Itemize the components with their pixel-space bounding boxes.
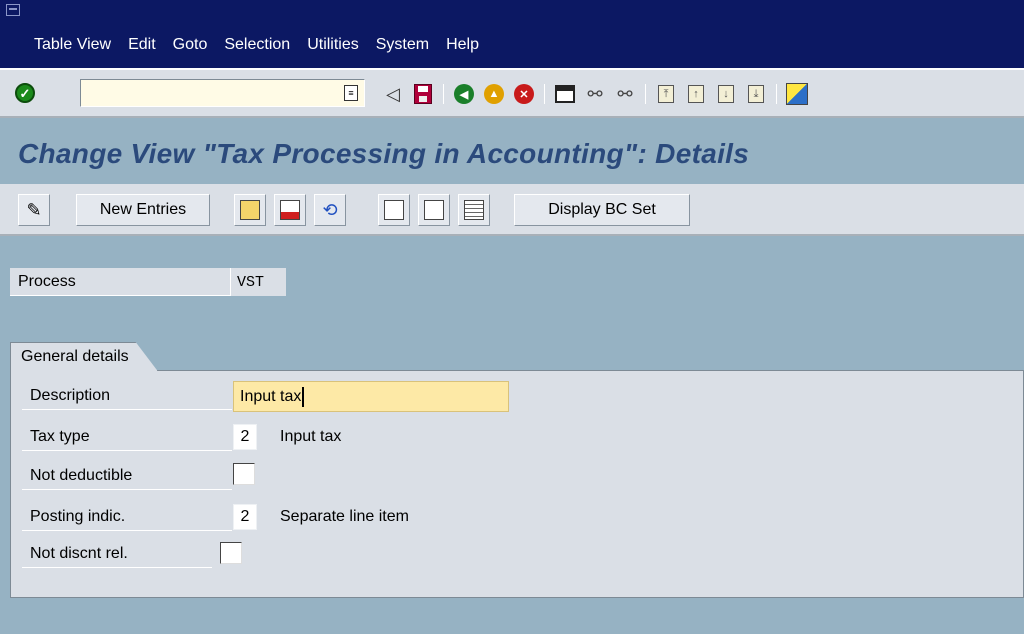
command-input[interactable] bbox=[81, 80, 341, 106]
print-icon bbox=[555, 85, 575, 103]
not-deductible-checkbox[interactable] bbox=[233, 463, 255, 485]
display-bc-set-button[interactable]: Display BC Set bbox=[514, 194, 690, 226]
save-icon bbox=[414, 84, 432, 104]
copy-icon bbox=[240, 200, 260, 220]
copy-as-button[interactable] bbox=[234, 194, 266, 226]
not-deductible-label: Not deductible bbox=[22, 462, 232, 490]
posting-indic-label: Posting indic. bbox=[22, 503, 232, 531]
standard-toolbar: ✓ ≡ ◁ ◀ ▲ ✕ ⚯ ⚯ ⤒ ↑ ↓ ⤓ bbox=[0, 68, 1024, 118]
display-change-button[interactable]: ✎ bbox=[18, 194, 50, 226]
not-discnt-rel-label: Not discnt rel. bbox=[22, 540, 212, 568]
find-icon[interactable]: ⚯ bbox=[580, 79, 610, 109]
text-cursor bbox=[302, 386, 305, 407]
description-field[interactable]: Input tax bbox=[233, 381, 509, 412]
previous-entry-icon bbox=[384, 200, 404, 220]
customize-layout-icon bbox=[786, 83, 808, 105]
menu-item-goto[interactable]: Goto bbox=[173, 36, 208, 54]
process-value: VST bbox=[230, 268, 286, 296]
tax-type-code: 2 bbox=[233, 424, 257, 450]
menu-item-selection[interactable]: Selection bbox=[224, 36, 290, 54]
menu-item-help[interactable]: Help bbox=[446, 36, 479, 54]
process-label: Process bbox=[10, 268, 230, 296]
toolbar-separator bbox=[645, 84, 646, 104]
command-history-icon[interactable]: ≡ bbox=[344, 85, 358, 101]
select-all-button[interactable] bbox=[458, 194, 490, 226]
posting-indic-code: 2 bbox=[233, 504, 257, 530]
back-arrow-icon[interactable]: ◁ bbox=[378, 79, 408, 109]
select-all-icon bbox=[464, 200, 484, 220]
new-entries-button[interactable]: New Entries bbox=[76, 194, 210, 226]
next-entry-icon bbox=[424, 200, 444, 220]
toolbar-icons: ◁ ◀ ▲ ✕ ⚯ ⚯ ⤒ ↑ ↓ ⤓ bbox=[378, 79, 812, 109]
delete-icon bbox=[280, 200, 300, 220]
exit-icon: ▲ bbox=[484, 84, 504, 104]
cancel-icon: ✕ bbox=[514, 84, 534, 104]
toolbar-separator bbox=[443, 84, 444, 104]
previous-page-icon: ↑ bbox=[688, 85, 704, 103]
cancel-button[interactable]: ✕ bbox=[509, 79, 539, 109]
next-page-button[interactable]: ↓ bbox=[711, 79, 741, 109]
menu-bar: Table View Edit Goto Selection Utilities… bbox=[0, 0, 1024, 68]
system-menu-icon[interactable] bbox=[6, 4, 20, 16]
print-button[interactable] bbox=[550, 79, 580, 109]
save-button[interactable] bbox=[408, 79, 438, 109]
command-field[interactable]: ≡ bbox=[80, 79, 365, 107]
back-button[interactable]: ◀ bbox=[449, 79, 479, 109]
next-entry-button[interactable] bbox=[418, 194, 450, 226]
undo-icon: ⟲ bbox=[322, 199, 338, 220]
enter-icon: ✓ bbox=[15, 83, 35, 103]
menu-item-utilities[interactable]: Utilities bbox=[307, 36, 359, 54]
posting-indic-text: Separate line item bbox=[280, 508, 409, 525]
delete-button[interactable] bbox=[274, 194, 306, 226]
description-label: Description bbox=[22, 382, 232, 410]
last-page-button[interactable]: ⤓ bbox=[741, 79, 771, 109]
tax-type-label: Tax type bbox=[22, 423, 232, 451]
toolbar-separator bbox=[544, 84, 545, 104]
previous-page-button[interactable]: ↑ bbox=[681, 79, 711, 109]
application-toolbar: ✎ New Entries ⟲ Display BC Set bbox=[0, 184, 1024, 236]
description-value: Input tax bbox=[240, 387, 302, 405]
enter-button[interactable]: ✓ bbox=[10, 79, 40, 107]
menu-item-edit[interactable]: Edit bbox=[128, 36, 156, 54]
first-page-icon: ⤒ bbox=[658, 85, 674, 103]
undo-change-button[interactable]: ⟲ bbox=[314, 194, 346, 226]
general-details-tab: General details bbox=[10, 342, 158, 371]
exit-button[interactable]: ▲ bbox=[479, 79, 509, 109]
menu-item-table-view[interactable]: Table View bbox=[34, 36, 111, 54]
find-next-icon[interactable]: ⚯ bbox=[610, 79, 640, 109]
menu: Table View Edit Goto Selection Utilities… bbox=[34, 36, 479, 54]
page-title: Change View "Tax Processing in Accountin… bbox=[18, 138, 750, 169]
customize-layout-button[interactable] bbox=[782, 79, 812, 109]
next-page-icon: ↓ bbox=[718, 85, 734, 103]
back-icon: ◀ bbox=[454, 84, 474, 104]
toolbar-separator bbox=[776, 84, 777, 104]
tax-type-text: Input tax bbox=[280, 428, 342, 445]
pencil-glasses-icon: ✎ bbox=[26, 199, 42, 220]
first-page-button[interactable]: ⤒ bbox=[651, 79, 681, 109]
not-discnt-rel-checkbox[interactable] bbox=[220, 542, 242, 564]
previous-entry-button[interactable] bbox=[378, 194, 410, 226]
menu-item-system[interactable]: System bbox=[376, 36, 429, 54]
last-page-icon: ⤓ bbox=[748, 85, 764, 103]
